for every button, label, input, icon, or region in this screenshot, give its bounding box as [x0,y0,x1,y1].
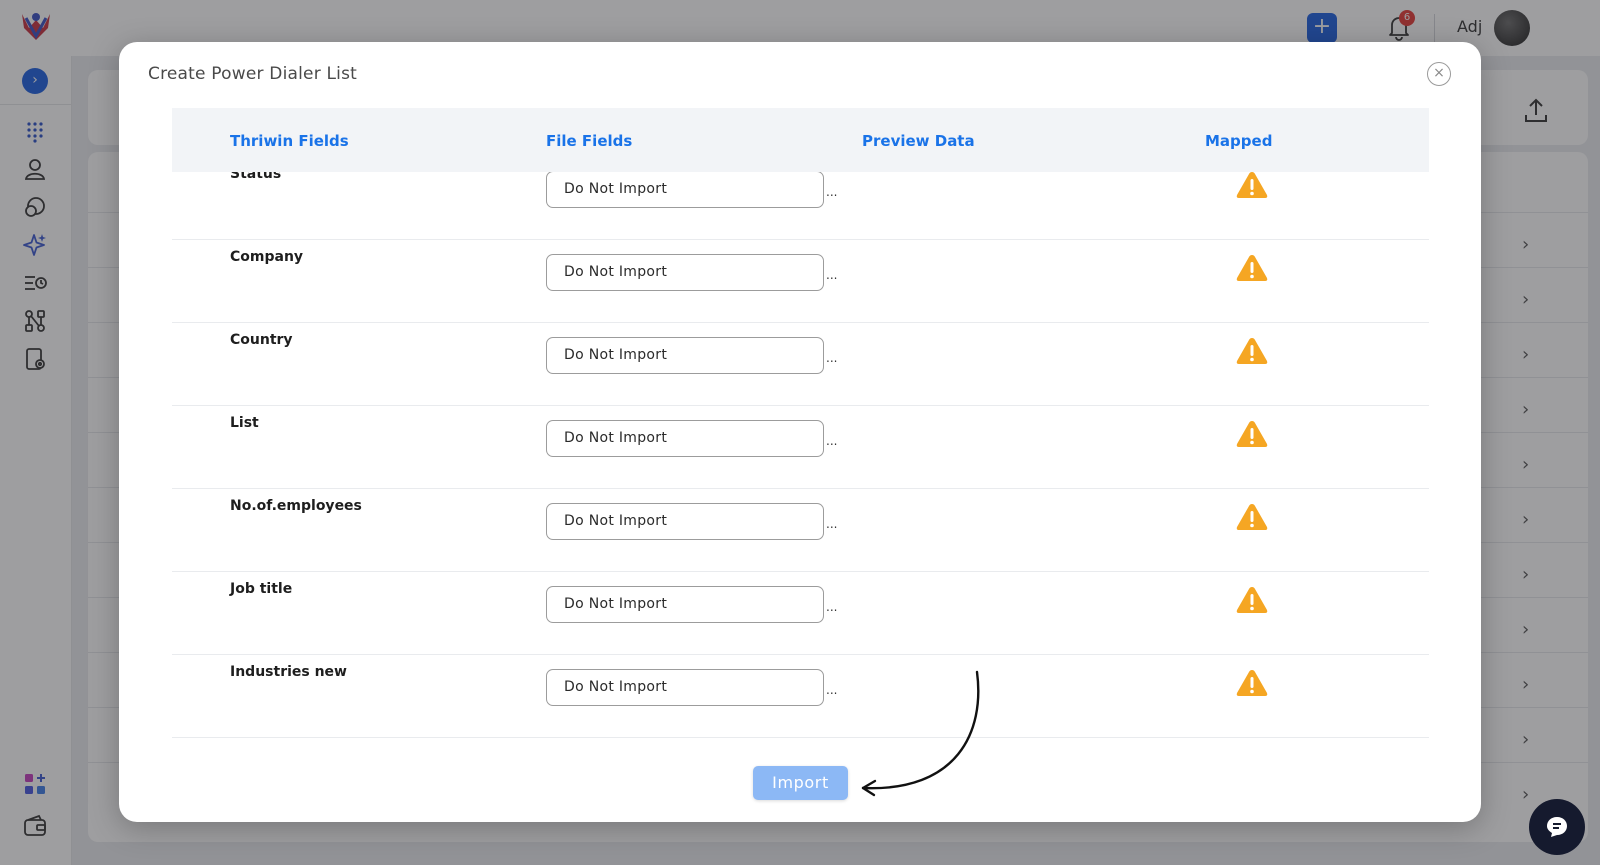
thriwin-field-label: Job title [230,581,293,597]
preview-data-truncation: ... [826,185,838,199]
file-field-select[interactable]: Do Not Import [546,420,824,457]
preview-data-truncation: ... [826,268,838,282]
annotation-arrow [861,670,980,797]
preview-data-truncation: ... [826,434,838,448]
warning-icon [1236,670,1268,696]
preview-data-truncation: ... [826,351,838,365]
file-field-select[interactable]: Do Not Import [546,669,824,706]
table-row: Company Do Not Import ... [172,238,1429,323]
thriwin-field-label: Country [230,332,293,348]
thriwin-field-label: No.of.employees [230,498,362,514]
mapping-table-body[interactable]: Status Do Not Import ... Company Do Not … [172,172,1429,742]
table-row: List Do Not Import ... [172,404,1429,489]
thriwin-field-label: Industries new [230,664,347,680]
table-row: Country Do Not Import ... [172,321,1429,406]
table-header: Thriwin Fields File Fields Preview Data … [172,108,1429,172]
chat-icon [1547,817,1567,837]
close-icon[interactable]: × [1427,62,1451,86]
thriwin-field-label: Company [230,249,304,265]
column-header-mapped: Mapped [1205,132,1273,150]
warning-icon [1236,172,1268,198]
file-field-select[interactable]: Do Not Import [546,337,824,374]
table-row: Status Do Not Import ... [172,172,1429,240]
preview-data-truncation: ... [826,600,838,614]
preview-data-truncation: ... [826,683,838,697]
column-header-thriwin-fields: Thriwin Fields [230,132,349,150]
file-field-select[interactable]: Do Not Import [546,172,824,208]
create-power-dialer-list-modal: Create Power Dialer List × Thriwin Field… [119,42,1481,822]
warning-icon [1236,504,1268,530]
warning-icon [1236,421,1268,447]
file-field-select[interactable]: Do Not Import [546,586,824,623]
modal-title: Create Power Dialer List [148,64,358,84]
thriwin-field-label: Status [230,172,282,182]
file-field-select[interactable]: Do Not Import [546,254,824,291]
import-button[interactable]: Import [753,766,848,800]
warning-icon [1236,255,1268,281]
column-header-file-fields: File Fields [546,132,633,150]
table-row: No.of.employees Do Not Import ... [172,487,1429,572]
warning-icon [1236,338,1268,364]
table-row: Industries new Do Not Import ... [172,653,1429,738]
chat-button[interactable] [1529,799,1585,855]
file-field-select[interactable]: Do Not Import [546,503,824,540]
table-row: Job title Do Not Import ... [172,570,1429,655]
preview-data-truncation: ... [826,517,838,531]
column-header-preview-data: Preview Data [862,132,975,150]
thriwin-field-label: List [230,415,259,431]
warning-icon [1236,587,1268,613]
